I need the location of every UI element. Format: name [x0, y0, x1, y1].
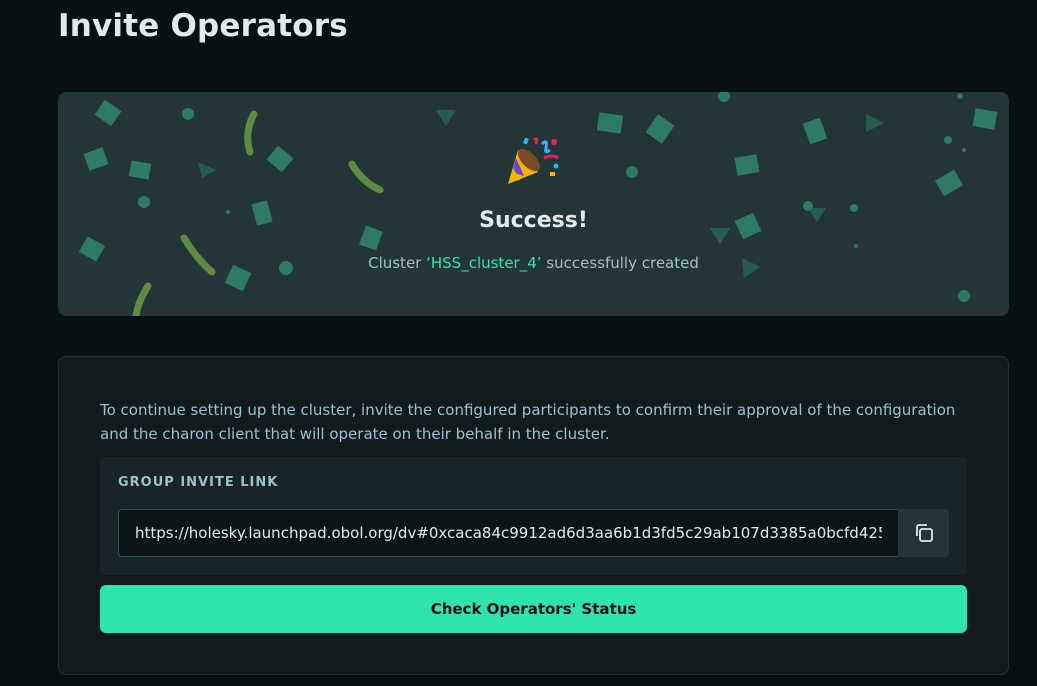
invite-card: To continue setting up the cluster, invi… [58, 356, 1009, 675]
page-title: Invite Operators [58, 8, 348, 44]
success-message-suffix: successfully created [541, 254, 699, 272]
success-message-prefix: Cluster [368, 254, 427, 272]
copy-link-button[interactable] [898, 509, 949, 557]
copy-icon [915, 524, 933, 542]
cluster-name: ‘HSS_cluster_4’ [426, 254, 542, 272]
success-message: Cluster ‘HSS_cluster_4’ successfully cre… [58, 254, 1009, 272]
success-title: Success! [479, 208, 588, 233]
check-operators-status-button[interactable]: Check Operators' Status [100, 585, 967, 633]
group-invite-link-box: GROUP INVITE LINK [100, 457, 967, 575]
success-banner: Success! Cluster ‘HSS_cluster_4’ success… [58, 92, 1009, 316]
invite-link-field[interactable] [118, 509, 898, 557]
party-popper-icon [508, 137, 559, 184]
invite-description: To continue setting up the cluster, invi… [100, 401, 956, 443]
group-invite-link-label: GROUP INVITE LINK [118, 475, 279, 490]
confetti-decoration [78, 92, 998, 316]
